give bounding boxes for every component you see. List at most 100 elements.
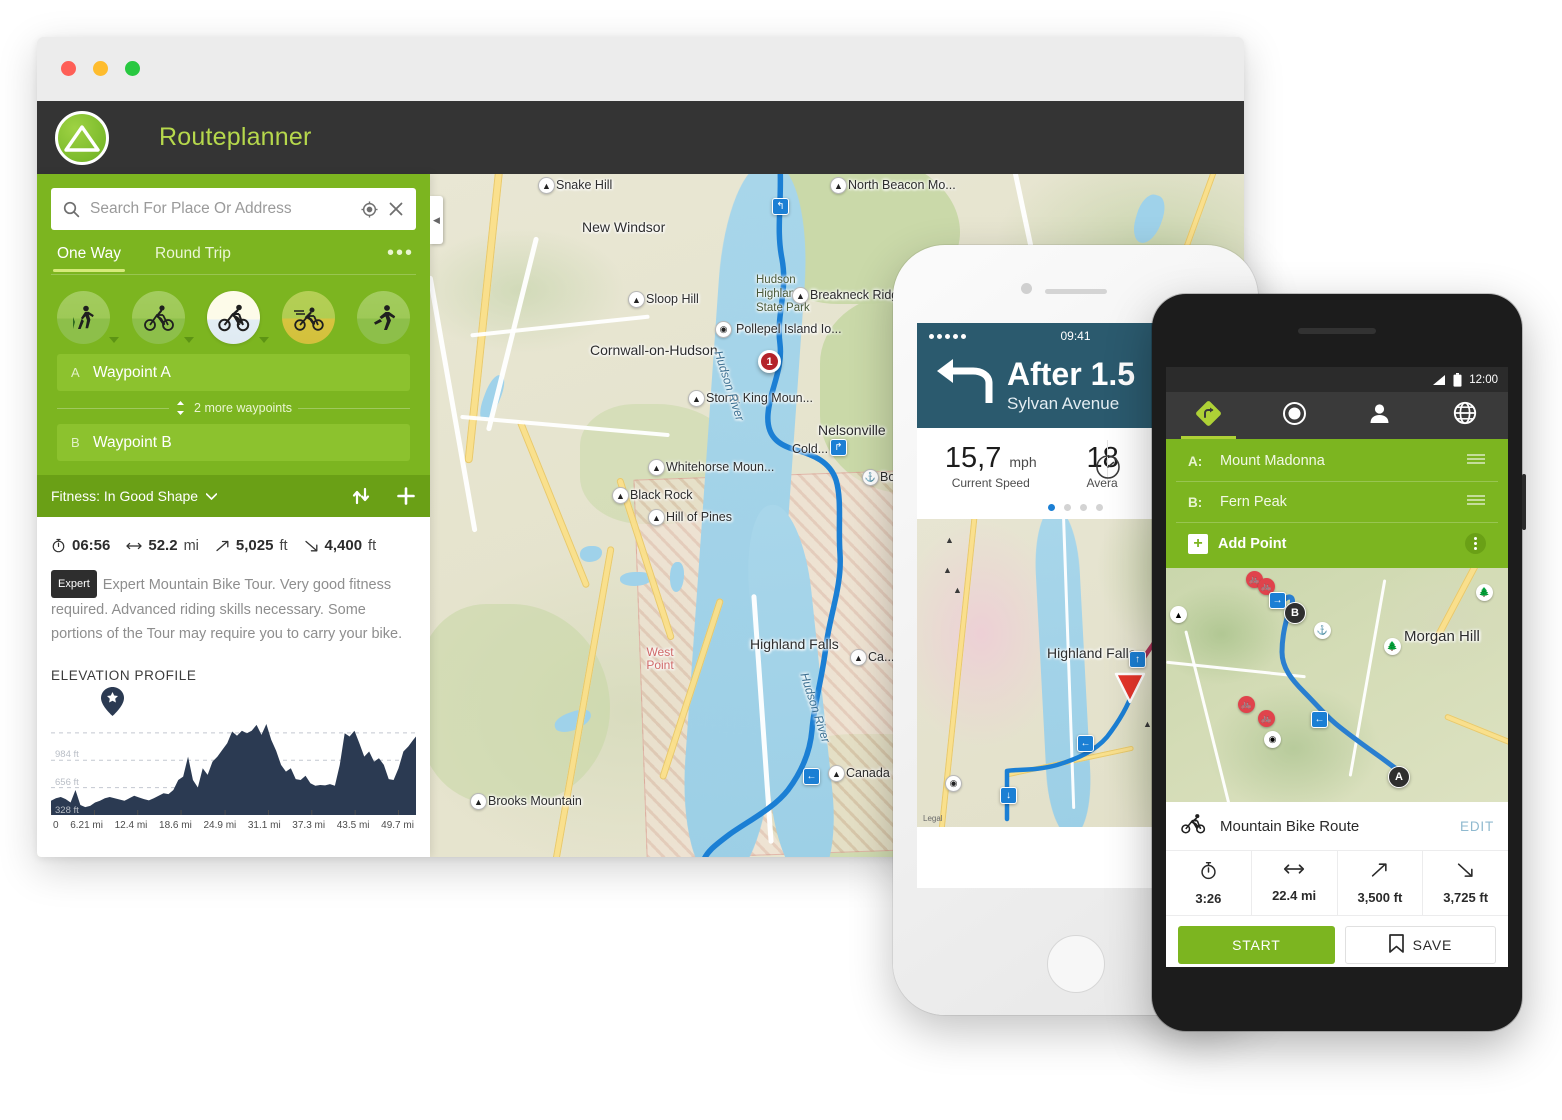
viewpoint-poi-icon[interactable]: ◉ [945,775,962,792]
page-dot[interactable] [1048,504,1055,511]
activity-road-cycling[interactable] [282,291,335,344]
chevron-down-icon[interactable] [109,337,119,343]
tab-round-trip[interactable]: Round Trip [151,245,235,272]
bike-warning-poi-icon[interactable]: 🚲 [1258,710,1275,727]
viewpoint-poi-icon[interactable]: ◉ [1264,731,1281,748]
save-button[interactable]: SAVE [1344,926,1496,964]
mountain-poi-icon[interactable]: ▲ [628,291,645,308]
star-pin-icon[interactable] [101,687,124,716]
android-waypoint-list: A: Mount Madonna B: Fern Peak + Add Poin… [1166,439,1508,568]
android-waypoint-a[interactable]: A: Mount Madonna [1176,441,1498,482]
earpiece-speaker [1044,289,1107,294]
viewpoint-poi-icon[interactable]: ◉ [715,321,732,338]
mountain-poi-icon[interactable]: ▲ [688,390,705,407]
activity-hiking[interactable] [57,291,119,344]
mountain-poi-icon[interactable]: ▲ [830,177,847,194]
close-icon[interactable] [388,201,404,217]
navigation-instruction: After 1.5 [1007,356,1136,392]
start-button[interactable]: START [1178,926,1335,964]
chevron-down-icon[interactable] [259,337,269,343]
map-marker-b[interactable]: B [1284,602,1306,624]
mountain-poi-icon[interactable]: ▲ [1170,606,1187,623]
search-bar[interactable] [51,188,416,230]
activity-bike-touring[interactable] [132,291,194,344]
map-label: Pollepel Island Io... [736,322,842,336]
tree-poi-icon[interactable]: 🌲 [1384,638,1401,655]
direction-badge-icon[interactable]: ↓ [1000,787,1017,804]
minimize-window-button[interactable] [93,61,108,76]
mountain-poi-icon: ▲ [943,564,952,575]
elevation-profile[interactable]: 984 ft 656 ft 328 ft 0 6.21 mi 12.4 mi 1… [37,683,430,831]
anchor-poi-icon[interactable]: ⚓ [1314,622,1331,639]
tab-discover[interactable] [1423,392,1509,439]
mountain-poi-icon[interactable]: ▲ [612,487,629,504]
search-input[interactable] [90,200,351,218]
map-collapse-handle[interactable]: ◀ [430,196,443,244]
android-statusbar: 12:00 [1166,367,1508,392]
map-label: Highland Falls [1047,645,1136,661]
ellipsis-icon[interactable]: ••• [387,242,414,274]
direction-badge-icon[interactable]: → [1269,592,1286,609]
crosshair-icon[interactable] [361,200,378,218]
mountain-poi-icon[interactable]: ▲ [538,177,555,194]
map-label: Black Rock [630,488,693,502]
page-dot[interactable] [1096,504,1103,511]
direction-badge-icon[interactable]: ← [803,768,820,785]
kebab-menu-icon[interactable] [1465,533,1486,554]
tab-one-way[interactable]: One Way [53,245,126,272]
direction-badge-icon[interactable]: ↑ [1129,651,1146,668]
maximize-window-button[interactable] [125,61,140,76]
map-label: West Point [646,645,674,672]
fitness-label[interactable]: Fitness: In Good Shape [51,488,198,504]
tab-record[interactable] [1252,392,1338,439]
stat-descent: 4,400 ft [304,537,377,554]
tab-profile[interactable] [1337,392,1423,439]
android-waypoint-b[interactable]: B: Fern Peak [1176,482,1498,523]
mountain-poi-icon[interactable]: ▲ [792,287,809,304]
tab-route-planner[interactable] [1166,392,1252,439]
elevation-x-tick: 18.6 mi [159,820,192,831]
reverse-route-icon[interactable] [350,485,372,507]
map-marker-a[interactable]: A [1388,766,1410,788]
hiking-icon [57,291,110,344]
page-dot[interactable] [1064,504,1071,511]
mountain-poi-icon[interactable]: ▲ [470,793,487,810]
activity-mountain-biking[interactable] [207,291,269,344]
chevron-down-icon[interactable] [206,492,218,500]
mountain-poi-icon[interactable]: ▲ [850,649,867,666]
edit-button[interactable]: EDIT [1460,819,1494,834]
close-window-button[interactable] [61,61,76,76]
route-stats: 06:56 52.2 mi 5,025 ft 4,400 ft [37,517,430,556]
android-add-point-row[interactable]: + Add Point [1176,523,1498,564]
plus-icon[interactable]: + [1188,533,1208,554]
bike-warning-poi-icon[interactable]: 🚲 [1238,696,1255,713]
map-label: North Beacon Mo... [848,178,956,192]
stat-descent-unit: ft [368,537,377,554]
more-waypoints-toggle[interactable]: 2 more waypoints [51,391,416,424]
map-label: Hill of Pines [666,510,732,524]
mountain-poi-icon[interactable]: ▲ [828,765,845,782]
route-waypoint-marker[interactable]: 1 [758,350,781,373]
mountain-poi-icon[interactable]: ▲ [648,459,665,476]
direction-badge-icon[interactable]: ↰ [772,198,789,215]
direction-badge-icon[interactable]: ← [1311,711,1328,728]
page-dot[interactable] [1080,504,1087,511]
screenshot-stage: Routeplanner Snake Hill ▲ North Beacon M… [0,0,1562,1120]
drag-handle-icon[interactable] [1466,493,1486,511]
mountain-poi-icon[interactable]: ▲ [648,509,665,526]
plus-icon[interactable] [396,486,416,506]
chevron-down-icon[interactable] [184,337,194,343]
android-map[interactable]: Morgan Hill B A 🚲 🚲 🚲 🚲 ◉ ⚓ 🌲 🌲 ▲ → ← [1166,568,1508,802]
elevation-chart [51,724,416,815]
map-legal-link[interactable]: Legal [923,814,943,823]
direction-badge-icon[interactable]: ↱ [830,439,847,456]
direction-badge-icon[interactable]: ← [1077,735,1094,752]
ferry-poi-icon[interactable]: ⚓ [862,469,879,486]
waypoint-b-field[interactable]: B Waypoint B [57,424,410,461]
home-button[interactable] [1046,935,1105,993]
drag-handle-icon[interactable] [1466,452,1486,470]
power-button[interactable] [1522,474,1526,530]
activity-running[interactable] [357,291,410,344]
waypoint-a-field[interactable]: A Waypoint A [57,354,410,391]
tree-poi-icon[interactable]: 🌲 [1476,584,1493,601]
